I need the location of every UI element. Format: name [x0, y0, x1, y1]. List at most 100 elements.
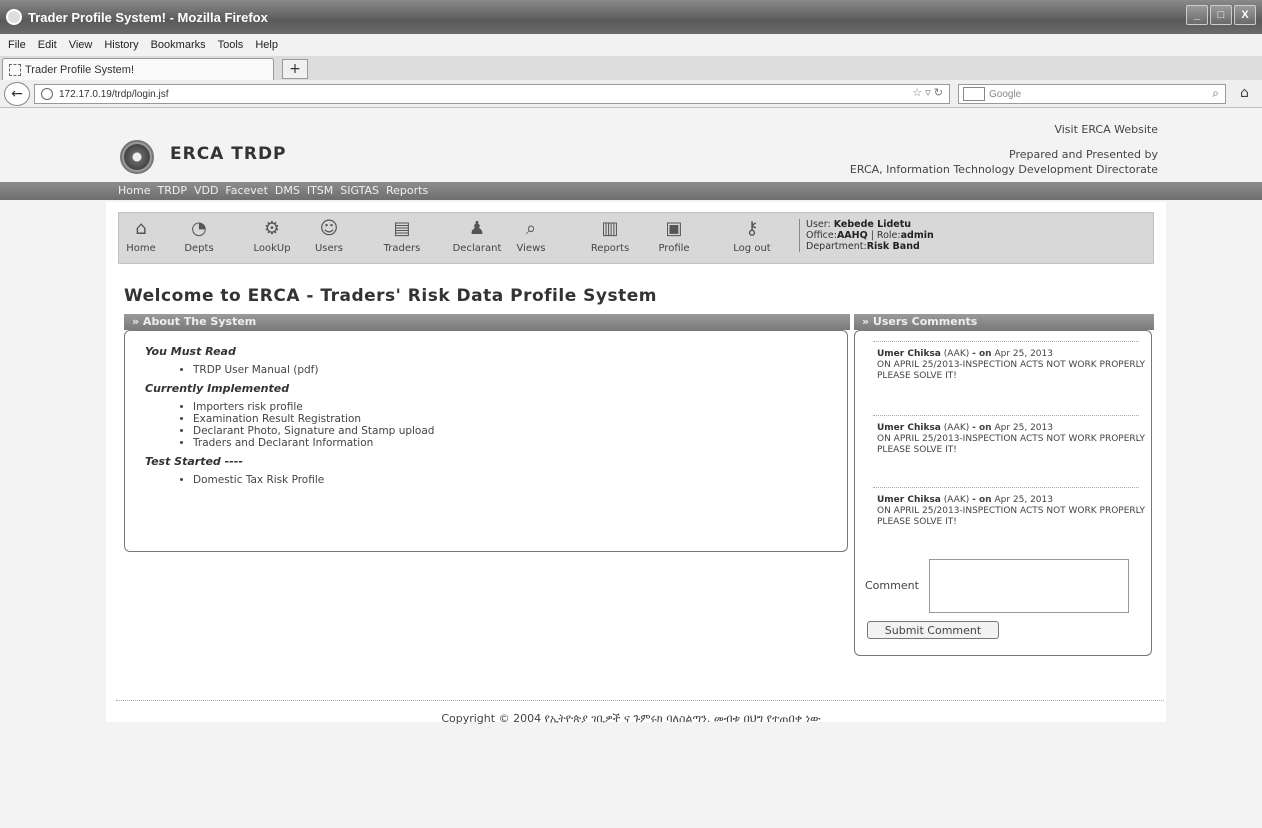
toolbar-logout-label: Log out: [733, 243, 771, 254]
must-read-heading: You Must Read: [145, 345, 236, 358]
office-label: Office:: [806, 230, 837, 241]
divider: [873, 487, 1139, 488]
divider: [116, 700, 1164, 701]
about-heading: » About The System: [124, 314, 850, 330]
toolbar-users[interactable]: ☺ Users: [309, 215, 349, 255]
toolbar-declarant[interactable]: ♟ Declarant: [447, 215, 507, 255]
toolbar-traders-label: Traders: [383, 243, 421, 254]
toolbar-users-label: Users: [314, 243, 343, 254]
menu-tools[interactable]: Tools: [212, 39, 250, 51]
window-title: Trader Profile System! - Mozilla Firefox: [28, 9, 268, 25]
pie-chart-icon: ◔: [191, 217, 207, 239]
about-panel: You Must Read TRDP User Manual (pdf) Cur…: [124, 330, 848, 552]
toolbar-profile-label: Profile: [658, 243, 690, 254]
visit-erca-link[interactable]: Visit ERCA Website: [850, 122, 1158, 137]
toolbar-depts-label: Depts: [184, 243, 214, 254]
nav-home[interactable]: Home: [118, 182, 157, 197]
toolbar-reports-label: Reports: [590, 243, 630, 254]
url-bar[interactable]: 172.17.0.19/trdp/login.jsf ☆ ▿ ↻: [34, 84, 950, 104]
main-nav: Home TRDP VDD Facevet DMS ITSM SIGTAS Re…: [0, 182, 1262, 200]
tab-strip: Trader Profile System! +: [0, 56, 1262, 80]
maximize-button[interactable]: □: [1210, 5, 1232, 25]
toolbar-lookup[interactable]: ⚙ LookUp: [245, 215, 299, 255]
toolbar-profile[interactable]: ▣ Profile: [649, 215, 699, 255]
implemented-heading: Currently Implemented: [145, 382, 290, 395]
comment-item: Umer Chiksa (AAK) - on Apr 25, 2013 ON A…: [873, 415, 1147, 456]
toolbar-traders[interactable]: ▤ Traders: [377, 215, 427, 255]
menu-file[interactable]: File: [2, 39, 32, 51]
toolbar-home[interactable]: ⌂ Home: [123, 215, 159, 255]
nav-vdd[interactable]: VDD: [194, 182, 225, 197]
user-info: User: Kebede Lidetu Office:AAHQ | Role:a…: [799, 219, 934, 252]
nav-dms[interactable]: DMS: [275, 182, 307, 197]
comment-text: ON APRIL 25/2013-INSPECTION ACTS NOT WOR…: [877, 360, 1145, 381]
search-engine-icon[interactable]: [963, 87, 985, 101]
divider: [873, 415, 1139, 416]
menu-edit[interactable]: Edit: [32, 39, 63, 51]
tab-title: Trader Profile System!: [25, 63, 135, 76]
comment-office: (AAK): [943, 423, 970, 433]
users-icon: ☺: [319, 217, 339, 239]
menu-bookmarks[interactable]: Bookmarks: [145, 39, 212, 51]
comment-date: Apr 25, 2013: [994, 495, 1053, 505]
nav-facevet[interactable]: Facevet: [225, 182, 274, 197]
toolbar-views-label: Views: [516, 243, 546, 254]
browser-tab[interactable]: Trader Profile System!: [2, 58, 274, 80]
magnifier-icon: ⌕: [525, 217, 537, 239]
menu-help[interactable]: Help: [249, 39, 284, 51]
key-icon: ⚷: [745, 217, 759, 239]
search-input[interactable]: Google ⌕: [958, 84, 1226, 104]
user-manual-link[interactable]: TRDP User Manual (pdf): [193, 364, 827, 376]
list-item: Examination Result Registration: [193, 413, 827, 425]
comment-office: (AAK): [943, 495, 970, 505]
search-placeholder: Google: [989, 88, 1022, 100]
app-toolbar: ⌂ Home ◔ Depts ⚙ LookUp ☺ Users ▤ Trader…: [118, 212, 1154, 264]
comment-author: Umer Chiksa: [877, 495, 941, 505]
office-value: AAHQ: [836, 230, 868, 241]
department-value: Risk Band: [866, 241, 920, 252]
nav-itsm[interactable]: ITSM: [307, 182, 340, 197]
submit-comment-button[interactable]: Submit Comment: [867, 621, 999, 639]
comment-date: Apr 25, 2013: [994, 423, 1053, 433]
back-button[interactable]: ←: [4, 82, 30, 106]
new-tab-button[interactable]: +: [282, 59, 308, 79]
comments-panel: Umer Chiksa (AAK) - on Apr 25, 2013 ON A…: [854, 330, 1152, 656]
header-right: Visit ERCA Website Prepared and Presente…: [850, 122, 1158, 177]
comment-label: Comment: [865, 579, 919, 592]
erca-logo: [120, 140, 154, 174]
gears-icon: ⚙: [263, 217, 281, 239]
search-icon[interactable]: ⌕: [1212, 86, 1219, 101]
divider: [873, 341, 1139, 342]
menu-view[interactable]: View: [63, 39, 99, 51]
nav-reports[interactable]: Reports: [386, 182, 435, 197]
firefox-icon: [6, 9, 22, 25]
toolbar-views[interactable]: ⌕ Views: [511, 215, 551, 255]
bookmark-star-icon[interactable]: ☆ ▿ ↻: [912, 86, 943, 99]
comment-on: - on: [972, 349, 992, 359]
nav-trdp[interactable]: TRDP: [157, 182, 193, 197]
toolbar-logout[interactable]: ⚷ Log out: [727, 215, 777, 255]
navigation-bar: ← 172.17.0.19/trdp/login.jsf ☆ ▿ ↻ Googl…: [0, 80, 1262, 108]
comment-author: Umer Chiksa: [877, 349, 941, 359]
toolbar-lookup-label: LookUp: [253, 243, 291, 254]
list-item: Domestic Tax Risk Profile: [193, 474, 827, 486]
comment-item: Umer Chiksa (AAK) - on Apr 25, 2013 ON A…: [873, 487, 1147, 528]
close-button[interactable]: X: [1234, 5, 1256, 25]
minimize-button[interactable]: _: [1186, 5, 1208, 25]
person-icon: ♟: [468, 217, 486, 239]
menu-history[interactable]: History: [98, 39, 144, 51]
list-item: Traders and Declarant Information: [193, 437, 827, 449]
toolbar-reports[interactable]: ▥ Reports: [585, 215, 635, 255]
page-icon: [9, 63, 21, 76]
nav-sigtas[interactable]: SIGTAS: [340, 182, 386, 197]
page-title: Welcome to ERCA - Traders' Risk Data Pro…: [124, 286, 657, 306]
comment-input[interactable]: [929, 559, 1129, 613]
toolbar-depts[interactable]: ◔ Depts: [181, 215, 217, 255]
window-titlebar: Trader Profile System! - Mozilla Firefox…: [0, 0, 1262, 34]
globe-icon: [41, 88, 53, 100]
list-item: Declarant Photo, Signature and Stamp upl…: [193, 425, 827, 437]
comment-author: Umer Chiksa: [877, 423, 941, 433]
web-page: ERCA TRDP Visit ERCA Website Prepared an…: [0, 108, 1262, 828]
home-icon[interactable]: ⌂: [1240, 85, 1256, 101]
report-icon: ▥: [601, 217, 619, 239]
